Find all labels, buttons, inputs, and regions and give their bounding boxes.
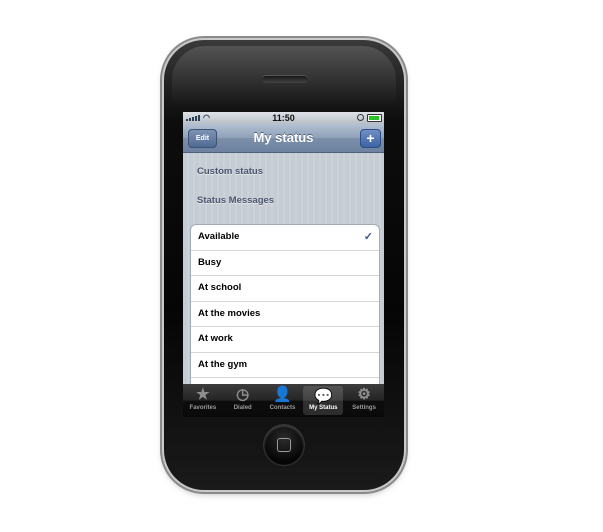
list-item-label: Available: [198, 231, 240, 242]
list-item[interactable]: At work: [191, 327, 379, 353]
status-content: Custom status Status Messages Available ✓…: [183, 153, 384, 384]
gear-icon: ⚙: [357, 386, 371, 403]
add-status-button[interactable]: +: [360, 129, 381, 148]
status-messages-list: Available ✓ Busy At school At the movies At w…: [190, 224, 380, 384]
list-item[interactable]: Available ✓: [191, 225, 379, 251]
tab-dialed[interactable]: ◷ Dialed: [223, 384, 263, 417]
list-item-label: At the movies: [198, 307, 261, 319]
list-item-label: Busy: [198, 256, 222, 268]
navigation-bar: Edit My status +: [183, 124, 384, 153]
status-messages-header: Status Messages: [197, 195, 275, 206]
earpiece-speaker: [262, 75, 308, 83]
speech-bubble-icon: 💬: [313, 388, 333, 405]
tab-label: Contacts: [269, 405, 296, 411]
home-button-icon: [277, 438, 291, 452]
list-item[interactable]: At the movies: [191, 302, 379, 327]
tab-my-status[interactable]: 💬 My Status: [303, 386, 344, 415]
tab-bar: ★ Favorites ◷ Dialed 👤 Contacts 💬 My Status ⚙ Set…: [183, 384, 384, 417]
person-icon: 👤: [273, 386, 292, 403]
tab-label: Settings: [352, 405, 376, 411]
tab-label: Dialed: [233, 405, 252, 411]
home-button[interactable]: [264, 425, 304, 465]
custom-status-label[interactable]: Custom status: [197, 166, 263, 177]
list-item-label: At school: [198, 282, 242, 293]
battery-icon: [367, 114, 382, 122]
tab-contacts[interactable]: 👤 Contacts: [263, 384, 303, 417]
status-bar: ◠ 11:50: [183, 112, 384, 124]
tab-label: My Status: [309, 405, 338, 411]
checkmark-icon: ✓: [363, 231, 373, 243]
star-icon: ★: [196, 386, 210, 403]
list-item-label: At the gym: [198, 358, 248, 370]
page-title: My status: [253, 130, 314, 145]
list-item[interactable]: At school: [191, 276, 379, 302]
tab-settings[interactable]: ⚙ Settings: [344, 384, 384, 417]
rotation-lock-icon: [357, 114, 364, 121]
screen: ◠ 11:50 Edit My status + Custom status S…: [183, 112, 384, 417]
list-item[interactable]: Busy: [191, 251, 379, 276]
list-item[interactable]: At the gym: [191, 353, 379, 378]
status-time: 11:50: [272, 113, 295, 123]
clock-icon: ◷: [236, 386, 250, 403]
list-item-label: At work: [198, 333, 233, 344]
tab-label: Favorites: [189, 405, 217, 411]
tab-favorites[interactable]: ★ Favorites: [183, 384, 223, 417]
